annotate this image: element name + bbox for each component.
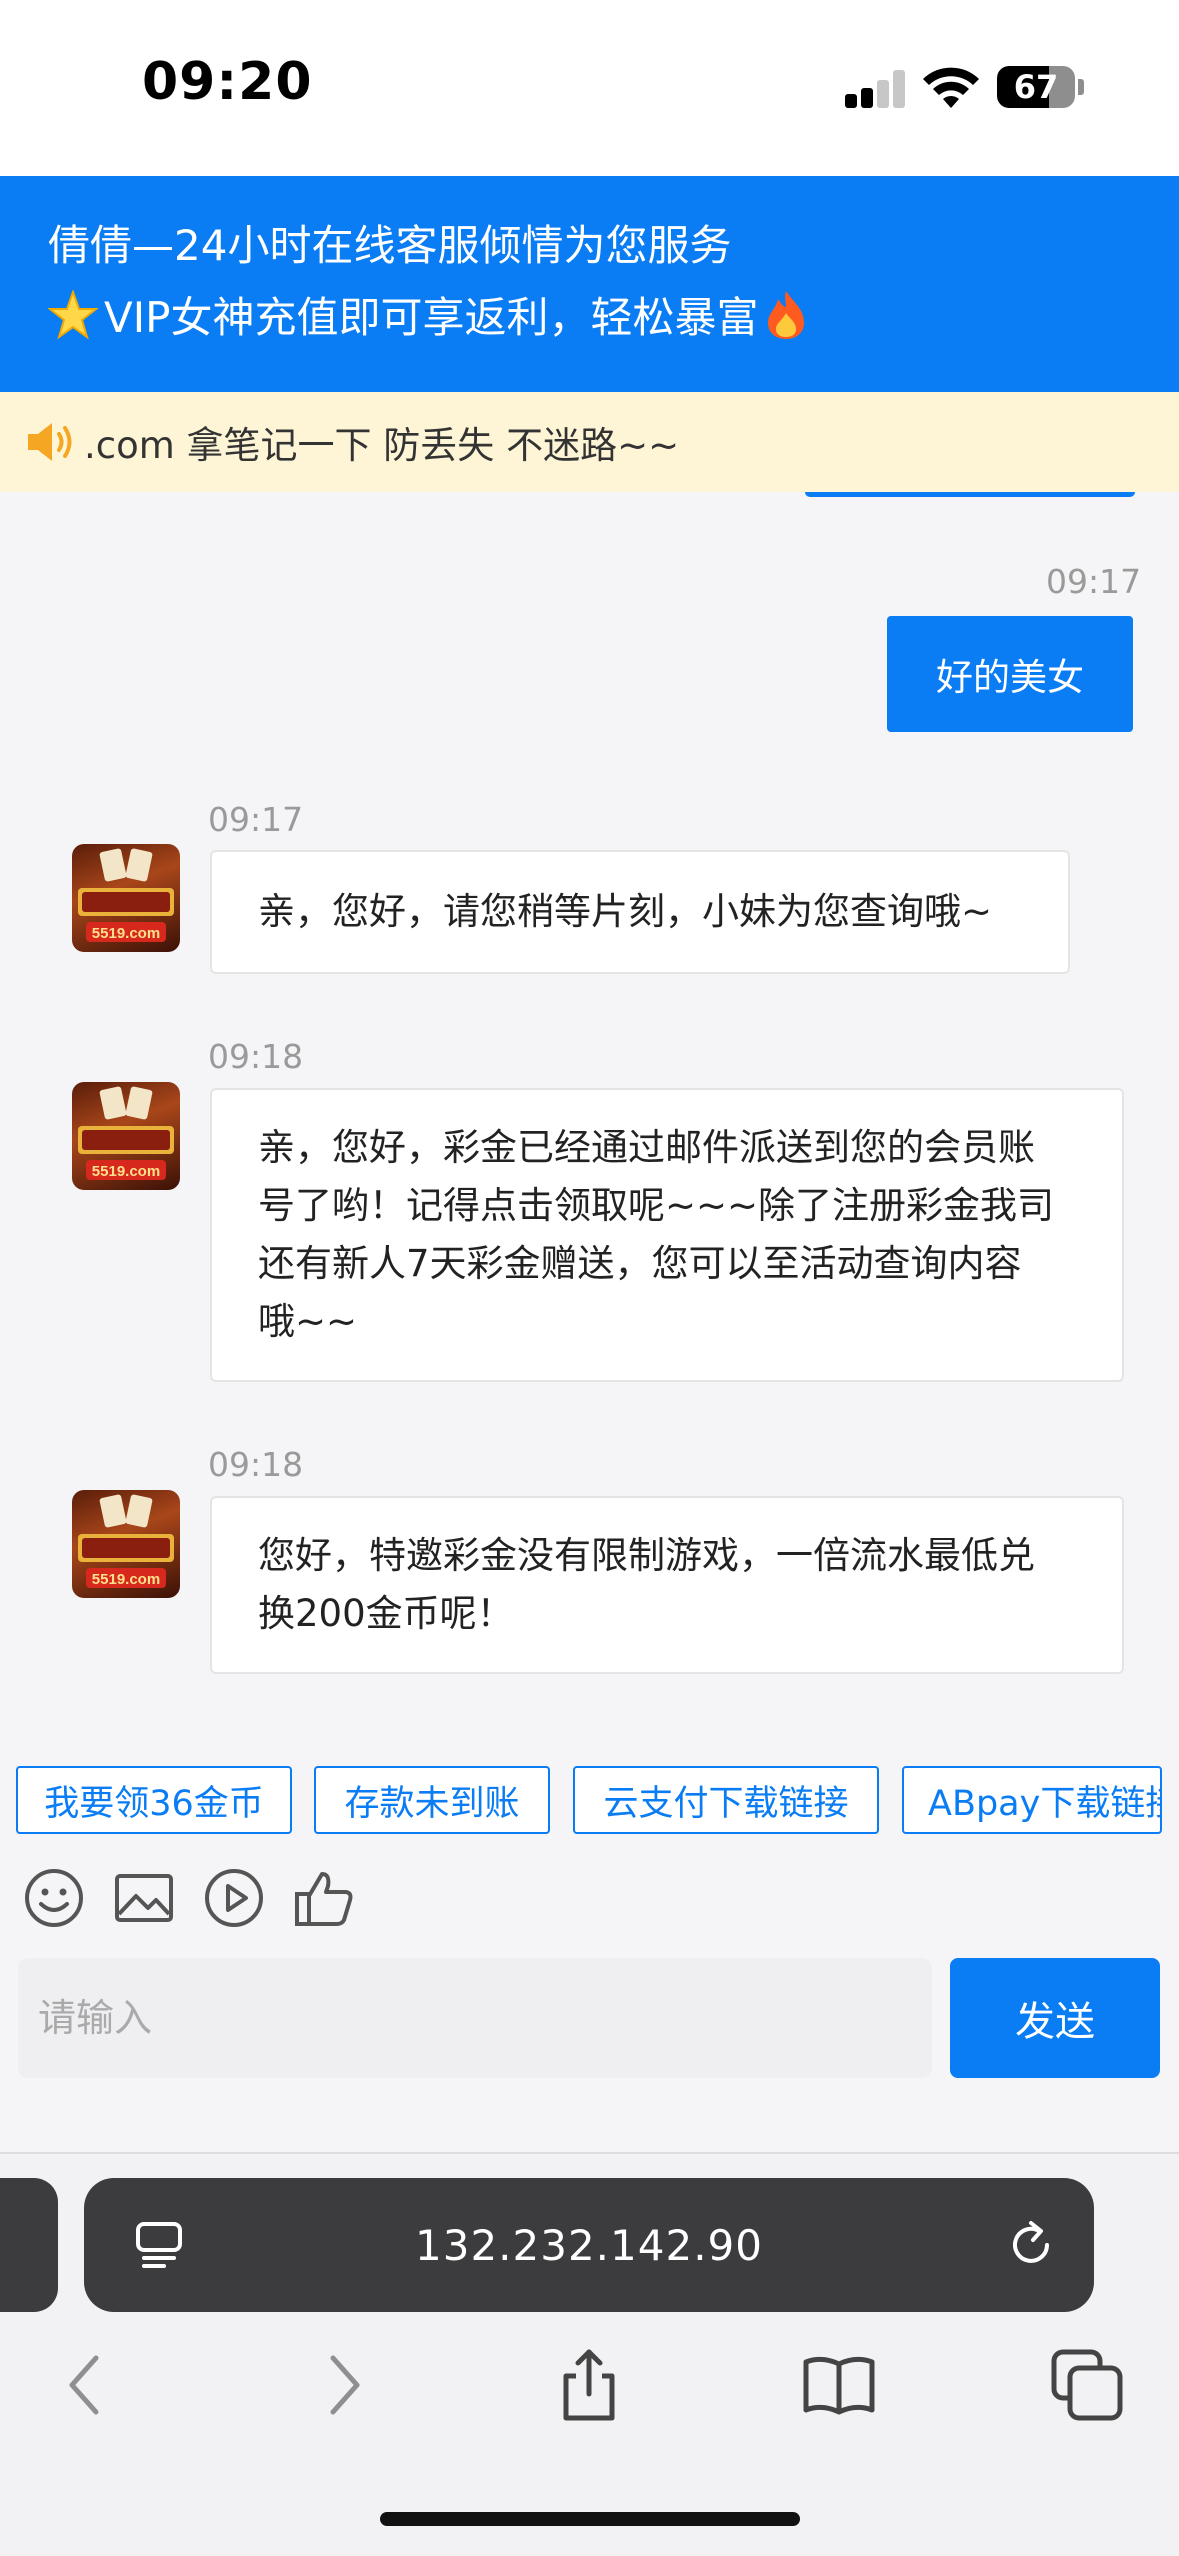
battery-icon: 67: [997, 66, 1075, 108]
header-subtitle-text: VIP女神充值即可享返利，轻松暴富: [104, 293, 759, 342]
header-title: 倩倩—24小时在线客服倾情为您服务: [48, 221, 732, 270]
message-line: 换200金币呢！: [258, 1592, 514, 1635]
previous-tab[interactable]: [0, 2178, 58, 2312]
quick-reply-yunpay-link[interactable]: 云支付下载链接: [573, 1766, 879, 1834]
incoming-message[interactable]: 亲，您好，请您稍等片刻，小妹为您查询哦~: [210, 850, 1070, 974]
incoming-message[interactable]: 您好，特邀彩金没有限制游戏，一倍流水最低兑 换200金币呢！: [210, 1496, 1124, 1674]
speaker-icon: [28, 423, 72, 461]
chat-messages[interactable]: 09:17 好的美女 09:17 5519.com 亲，您好，请您稍等片刻，小妹…: [0, 492, 1179, 1752]
back-icon[interactable]: [50, 2348, 124, 2422]
url-text: 132.232.142.90: [415, 2220, 763, 2270]
avatar[interactable]: 5519.com: [72, 844, 180, 952]
avatar-logo: 5519.com: [78, 1086, 174, 1180]
bookmarks-icon[interactable]: [802, 2348, 876, 2422]
incoming-message[interactable]: 亲，您好，彩金已经通过邮件派送到您的会员账 号了哟！记得点击领取呢~~~除了注册…: [210, 1088, 1124, 1382]
message-time: 09:18: [208, 1445, 304, 1484]
avatar[interactable]: 5519.com: [72, 1082, 180, 1190]
emoji-icon[interactable]: [22, 1866, 86, 1930]
notice-bar: .com 拿笔记一下 防丢失 不迷路~~: [0, 392, 1179, 492]
chat-header: 倩倩—24小时在线客服倾情为您服务 VIP女神充值即可享返利，轻松暴富: [0, 176, 1179, 392]
message-line: 亲，您好，彩金已经通过邮件派送到您的会员账: [258, 1126, 1035, 1169]
header-subtitle: VIP女神充值即可享返利，轻松暴富: [48, 284, 808, 345]
battery-percent: 67: [1013, 68, 1059, 106]
message-line: 哦~~: [258, 1300, 358, 1343]
avatar-logo: 5519.com: [78, 1494, 174, 1588]
home-indicator[interactable]: [380, 2512, 800, 2526]
previous-message-edge: [805, 492, 1135, 497]
image-icon[interactable]: [112, 1866, 176, 1930]
message-time: 09:18: [208, 1037, 304, 1076]
send-button[interactable]: 发送: [950, 1958, 1160, 2078]
avatar-caption: 5519.com: [92, 925, 160, 942]
tabs-icon[interactable]: [1050, 2348, 1124, 2422]
quick-reply-bar[interactable]: 我要领36金币 存款未到账 云支付下载链接 ABpay下载链接: [0, 1766, 1179, 1836]
avatar-caption: 5519.com: [92, 1571, 160, 1588]
video-icon[interactable]: [202, 1866, 266, 1930]
avatar[interactable]: 5519.com: [72, 1490, 180, 1598]
reload-icon[interactable]: [1004, 2218, 1058, 2272]
message-time: 09:17: [208, 800, 304, 839]
quick-reply-abpay-link[interactable]: ABpay下载链接: [902, 1766, 1162, 1834]
quick-reply-36-coins[interactable]: 我要领36金币: [16, 1766, 292, 1834]
share-icon[interactable]: [552, 2348, 626, 2422]
avatar-caption: 5519.com: [92, 1163, 160, 1180]
star-icon: [48, 289, 98, 339]
status-bar: 09:20 67: [0, 0, 1179, 176]
message-time: 09:17: [1046, 562, 1142, 601]
notice-text: .com 拿笔记一下 防丢失 不迷路~~: [84, 424, 680, 467]
message-line: 您好，特邀彩金没有限制游戏，一倍流水最低兑: [258, 1534, 1035, 1577]
thumbs-up-icon[interactable]: [292, 1866, 356, 1930]
wifi-icon: [923, 67, 979, 108]
status-time: 09:20: [142, 52, 313, 112]
avatar-logo: 5519.com: [78, 848, 174, 942]
forward-icon[interactable]: [305, 2348, 379, 2422]
battery-nub: [1078, 79, 1084, 95]
message-line: 号了哟！记得点击领取呢~~~除了注册彩金我司: [258, 1184, 1055, 1227]
message-line: 还有新人7天彩金赠送，您可以至活动查询内容: [258, 1242, 1022, 1285]
outgoing-message[interactable]: 好的美女: [887, 616, 1133, 732]
message-input[interactable]: [18, 1958, 932, 2078]
address-bar[interactable]: 132.232.142.90: [84, 2178, 1094, 2312]
cellular-signal-icon: [845, 70, 907, 108]
quick-reply-deposit-missing[interactable]: 存款未到账: [314, 1766, 550, 1834]
fire-icon: [768, 290, 805, 339]
